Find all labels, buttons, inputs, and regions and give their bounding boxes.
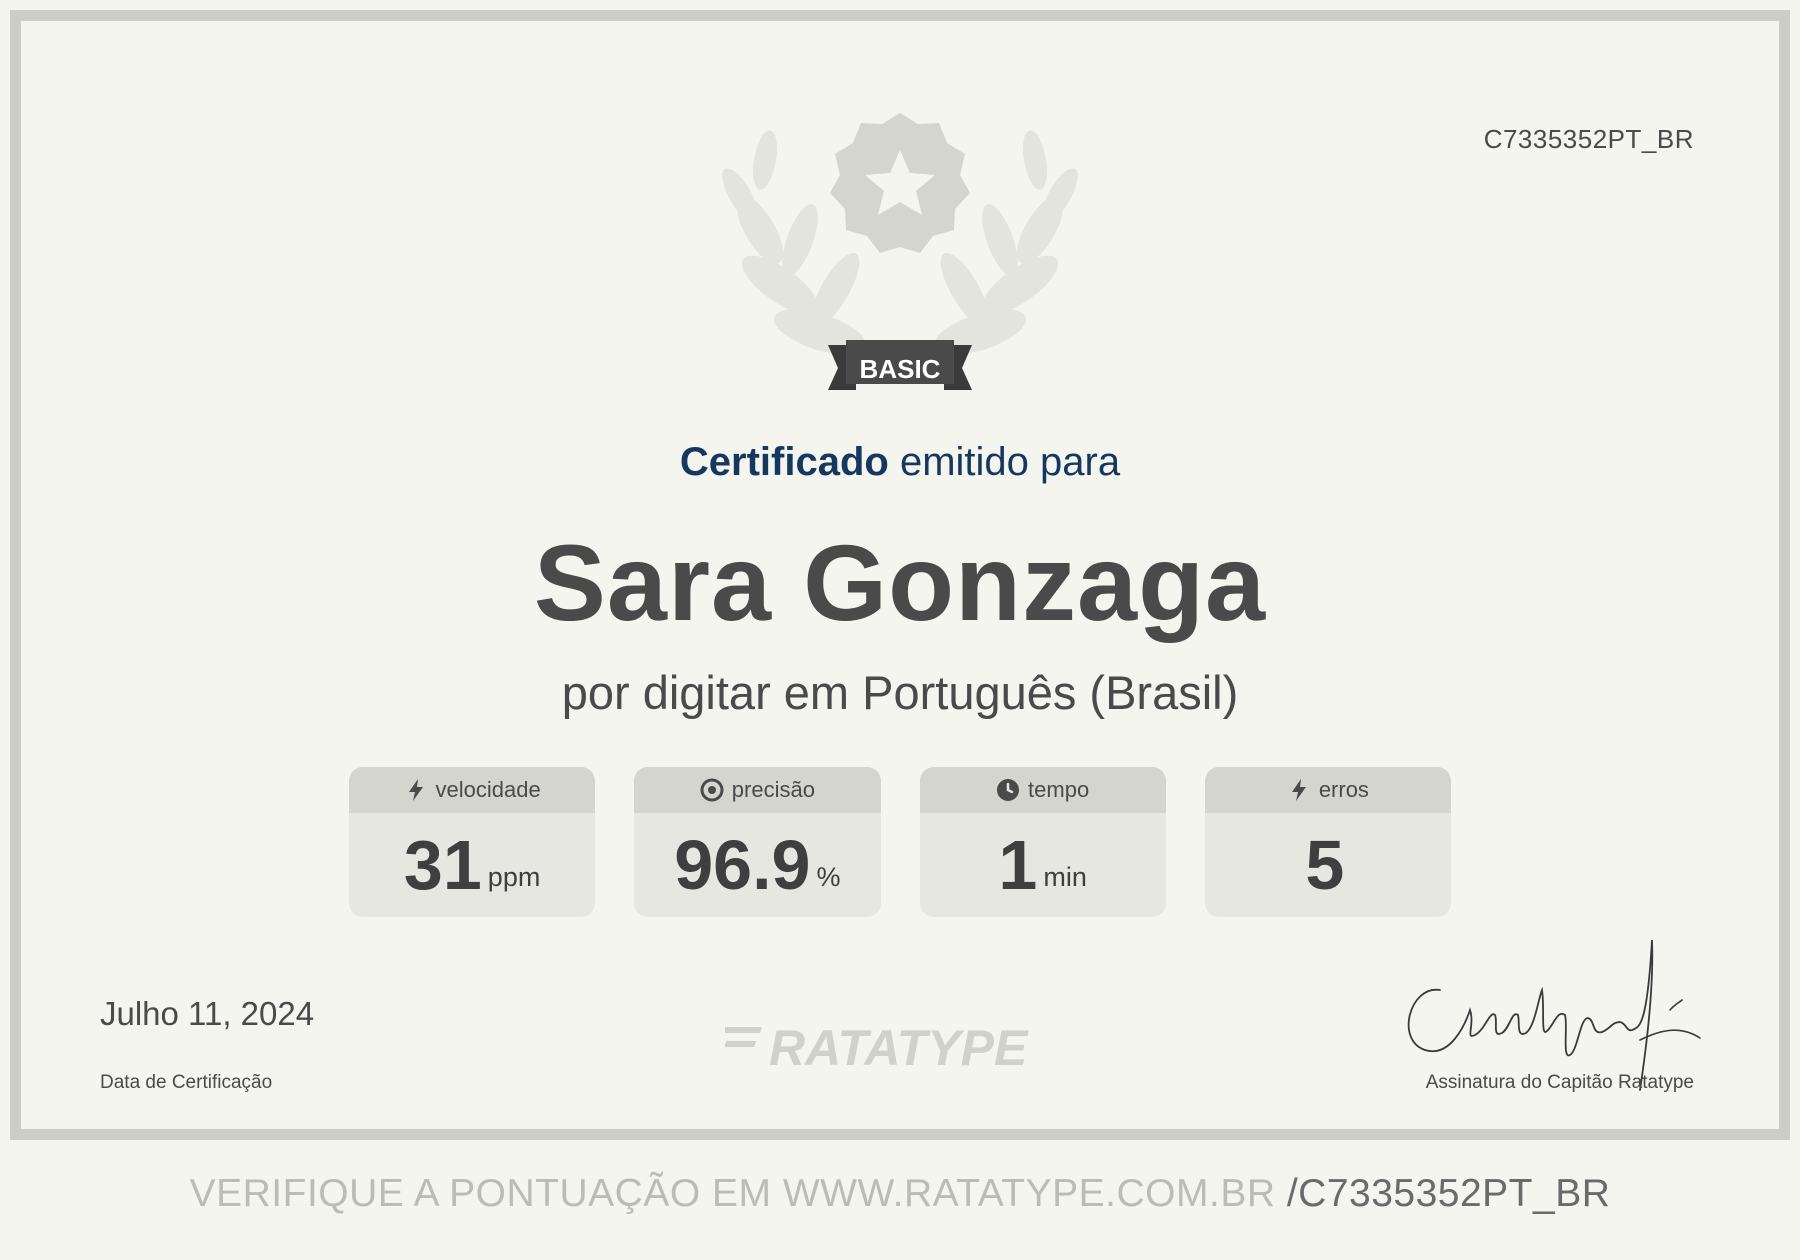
clock-icon [997,779,1020,801]
level-badge: BASIC [859,353,941,384]
stat-speed-value: 31 [403,826,482,904]
stat-time-body: 1 min [920,813,1166,917]
stat-accuracy-value: 96.9 [674,826,811,904]
stat-speed-unit: ppm [487,862,541,892]
stat-time-value: 1 [998,826,1038,904]
certification-date-caption: Data de Certificação [100,1072,273,1093]
stat-errors-body: 5 [1205,813,1451,917]
issued-heading: Certificado emitido para [0,440,1800,485]
stat-time-unit: min [1043,862,1087,892]
signature-caption: Assinatura do Capitão Ratatype [1425,1072,1694,1093]
stat-accuracy-label: precisão [731,777,815,802]
stat-errors-value: 5 [1305,826,1345,904]
verify-link[interactable]: VERIFIQUE A PONTUAÇÃO EM WWW.RATATYPE.CO… [0,1172,1800,1216]
stat-accuracy-body: 96.9 % [634,813,880,917]
course-description: por digitar em Português (Brasil) [561,666,1239,719]
target-icon [700,778,724,802]
stat-time-header: tempo [919,767,1166,813]
stat-errors-header: erros [1204,767,1451,813]
stat-accuracy-unit: % [816,862,841,892]
verify-code: /C7335352PT_BR [1286,1172,1611,1215]
stat-speed-body: 31 ppm [349,813,595,917]
stat-errors-label: erros [1318,777,1369,802]
stat-accuracy: precisão 96.9 % [634,767,881,917]
stat-speed-label: velocidade [435,777,541,802]
stat-errors: erros 5 [1204,767,1451,917]
ratatype-logo: RATATYPE [725,1020,1029,1075]
page: C7335352PT_BR BASIC Certificado emitido … [0,0,1800,1260]
issued-rest: emitido para [888,440,1121,484]
stat-time: tempo 1 min [919,767,1166,917]
stat-time-label: tempo [1028,777,1090,802]
stat-speed: velocidade 31 ppm [349,767,596,917]
certificate-id: C7335352PT_BR [1483,124,1694,154]
ratatype-logo-text: RATATYPE [769,1020,1029,1075]
certification-date: Julho 11, 2024 [100,995,315,1032]
issued-strong: Certificado [679,440,889,484]
stats-row: velocidade 31 ppm precisão 96.9 % tempo [349,767,1451,917]
lightning-icon [1291,779,1306,801]
stat-accuracy-header: precisão [634,767,881,813]
verify-text: VERIFIQUE A PONTUAÇÃO EM WWW.RATATYPE.CO… [189,1172,1287,1215]
recipient-name: Sara Gonzaga [533,522,1267,643]
stat-speed-header: velocidade [349,767,596,813]
lightning-icon [408,779,423,801]
